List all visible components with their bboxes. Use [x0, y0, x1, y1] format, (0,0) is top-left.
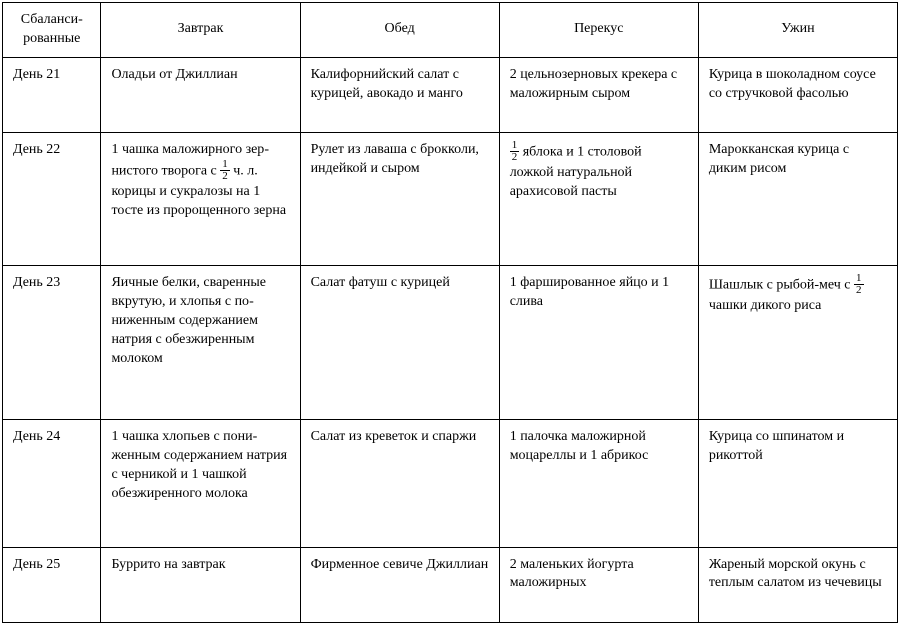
header-lunch: Обед	[300, 3, 499, 58]
table-row: День 221 чашка маложирного зер­нистого т…	[3, 133, 898, 266]
meal-plan-table: Сбаланси­рованные Завтрак Обед Перекус У…	[2, 2, 898, 623]
snack-cell: 2 маленьких йогурта маложирных	[499, 547, 698, 623]
table-row: День 21Оладьи от ДжиллианКалифорнийский …	[3, 57, 898, 132]
breakfast-cell: Яичные белки, сваренные вкрутую, и хлопь…	[101, 266, 300, 420]
dinner-cell: Шашлык с рыбой-меч с 12 чашки дикого рис…	[698, 266, 897, 420]
fraction: 12	[510, 140, 520, 163]
day-cell: День 22	[3, 133, 101, 266]
fraction: 12	[220, 159, 230, 182]
breakfast-cell: 1 чашка маложирного зер­нистого творога …	[101, 133, 300, 266]
snack-cell: 12 яблока и 1 сто­ловой ложкой нату­раль…	[499, 133, 698, 266]
snack-cell: 2 цельнозерновых крекера с маложир­ным с…	[499, 57, 698, 132]
day-cell: День 21	[3, 57, 101, 132]
lunch-cell: Рулет из лаваша с брокколи, индейкой и с…	[300, 133, 499, 266]
table-row: День 23Яичные белки, сваренные вкрутую, …	[3, 266, 898, 420]
lunch-cell: Фирменное севиче Джиллиан	[300, 547, 499, 623]
header-row: Сбаланси­рованные Завтрак Обед Перекус У…	[3, 3, 898, 58]
snack-cell: 1 палочка маложир­ной моцареллы и 1 абри…	[499, 419, 698, 547]
table-row: День 25Буррито на завтракФирменное севич…	[3, 547, 898, 623]
breakfast-cell: Оладьи от Джиллиан	[101, 57, 300, 132]
dinner-cell: Жареный морской окунь с теплым салатом и…	[698, 547, 897, 623]
day-cell: День 24	[3, 419, 101, 547]
header-breakfast: Завтрак	[101, 3, 300, 58]
day-cell: День 23	[3, 266, 101, 420]
breakfast-cell: Буррито на завтрак	[101, 547, 300, 623]
header-dinner: Ужин	[698, 3, 897, 58]
fraction: 12	[854, 273, 864, 296]
lunch-cell: Салат фатуш с курицей	[300, 266, 499, 420]
table-row: День 241 чашка хлопьев с пони­женным сод…	[3, 419, 898, 547]
dinner-cell: Курица со шпинатом и рикоттой	[698, 419, 897, 547]
lunch-cell: Калифорнийский салат с курицей, авокадо …	[300, 57, 499, 132]
dinner-cell: Марокканская курица с диким рисом	[698, 133, 897, 266]
snack-cell: 1 фаршированное яйцо и 1 слива	[499, 266, 698, 420]
day-cell: День 25	[3, 547, 101, 623]
lunch-cell: Салат из креветок и спаржи	[300, 419, 499, 547]
header-snack: Перекус	[499, 3, 698, 58]
dinner-cell: Курица в шоколадном соусе со стручковой …	[698, 57, 897, 132]
header-type: Сбаланси­рованные	[3, 3, 101, 58]
breakfast-cell: 1 чашка хлопьев с пони­женным содержание…	[101, 419, 300, 547]
